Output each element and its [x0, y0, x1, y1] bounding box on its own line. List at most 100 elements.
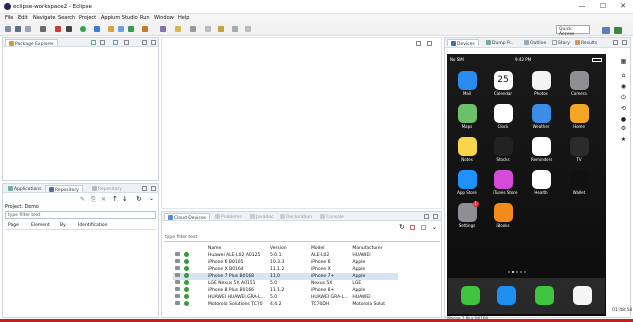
column-by[interactable]: By	[60, 223, 66, 228]
column-element[interactable]: Element	[31, 223, 50, 228]
annotation-icon[interactable]	[175, 26, 181, 32]
menu-help[interactable]: Help	[178, 15, 189, 21]
table-row[interactable]: iPhone 8 Plus B0166 11.1.2 iPhone 8+ Apple	[173, 286, 398, 294]
quick-access-input[interactable]: Quick Access	[556, 25, 590, 37]
move-down-icon[interactable]: ↓	[122, 195, 128, 203]
table-row[interactable]: iPhone 6 B0105 10.3.3 iPhone 6 Apple	[173, 258, 398, 266]
app-weather-icon[interactable]: Weather	[531, 104, 551, 129]
forward-icon[interactable]	[218, 26, 224, 32]
tab-dump[interactable]: Dump P...	[483, 39, 516, 46]
row-checkbox[interactable]	[173, 273, 182, 280]
app-ibooks-icon[interactable]: iBooks	[493, 203, 513, 228]
app-mail-icon[interactable]: Mail	[457, 71, 477, 96]
maximize-button[interactable]: ☐	[598, 2, 608, 12]
tab-declaration[interactable]: Declaration	[277, 213, 315, 220]
row-checkbox[interactable]	[173, 301, 182, 308]
row-checkbox[interactable]	[173, 294, 182, 301]
minimize-icon[interactable]	[142, 186, 147, 191]
editor-maximize-icon[interactable]	[427, 41, 432, 46]
tab-javadoc[interactable]: Javadoc	[247, 213, 277, 220]
app-calendar-icon[interactable]: 25 Calendar	[493, 71, 513, 96]
table-row[interactable]: Motorola Solutions TC70 4.4.2 TC70DH Motoro…	[173, 300, 398, 308]
table-row[interactable]: LGE Nexus 5X A0151 5.0 Nexus 5X LGE	[173, 279, 398, 287]
next-annotation-icon[interactable]	[190, 26, 196, 32]
dock-music-icon[interactable]	[572, 286, 592, 305]
tab-applications[interactable]: Applications	[5, 185, 45, 192]
move-up-icon[interactable]: ↑	[112, 195, 118, 203]
record-icon[interactable]: ●	[620, 116, 627, 123]
save-all-icon[interactable]	[25, 26, 31, 32]
app-home-icon[interactable]: Home	[569, 104, 589, 129]
app-itunes-store-icon[interactable]: iTunes Store	[493, 170, 517, 195]
link-editor-icon[interactable]	[113, 40, 118, 45]
menu-chevron-icon[interactable]: ⌄	[149, 195, 154, 202]
table-row[interactable]: Huawei ALE-L02 A0125 5.0.1 ALE-L02 HUAWEI	[173, 251, 398, 259]
devices-filter-input[interactable]: type filter text	[164, 234, 440, 242]
view-menu-icon[interactable]	[124, 40, 129, 45]
tab-cloud-devices[interactable]: Cloud Devices	[164, 213, 211, 221]
app-health-icon[interactable]: Health	[531, 170, 551, 195]
menu-navigate[interactable]: Navigate	[33, 15, 55, 21]
external-tools-icon[interactable]	[94, 26, 100, 32]
table-row[interactable]: HUAWEI HUAWEI GRA-L... 5.0 HUAWEI GRA-L...…	[173, 293, 398, 301]
search-icon[interactable]	[160, 26, 166, 32]
app-reminders-icon[interactable]: Reminders	[531, 137, 552, 162]
tab-package-explorer[interactable]: Package Explorer	[5, 39, 58, 47]
rotate-icon[interactable]: ⟲	[620, 105, 627, 112]
maximize-icon[interactable]	[151, 186, 156, 191]
repository-filter-input[interactable]: type filter text	[5, 211, 156, 219]
tab-problems[interactable]: Problems	[212, 213, 245, 220]
device-screen[interactable]: No SIM 9:42 PM Mail 25 Calendar Photos Camer…	[447, 54, 606, 316]
device-reserve-icon[interactable]	[421, 225, 426, 230]
menu-file[interactable]: File	[5, 15, 13, 21]
app-stocks-icon[interactable]: Stocks	[493, 137, 513, 162]
skip-icon[interactable]	[66, 26, 72, 32]
nav-forward-icon[interactable]	[245, 26, 251, 32]
debug-icon[interactable]	[55, 26, 61, 32]
dock-phone-icon[interactable]	[460, 286, 480, 305]
row-checkbox[interactable]	[173, 252, 182, 259]
app-wallet-icon[interactable]: Wallet	[569, 170, 589, 195]
new-java-project-icon[interactable]	[108, 26, 114, 32]
minimize-icon[interactable]	[142, 40, 147, 45]
perspective-java-icon[interactable]	[602, 27, 610, 34]
minimize-icon[interactable]	[424, 214, 429, 219]
home-icon[interactable]: ⌂	[620, 72, 627, 79]
app-settings-icon[interactable]: 1 Settings	[457, 201, 479, 228]
tab-devices[interactable]: Devices	[447, 39, 479, 47]
maximize-icon[interactable]	[151, 40, 156, 45]
row-checkbox[interactable]	[173, 266, 182, 273]
copy-icon[interactable]: ⎘	[91, 196, 96, 204]
grid-icon[interactable]: ▦	[620, 58, 627, 65]
maximize-icon[interactable]	[622, 40, 627, 45]
menu-window[interactable]: Window	[154, 15, 174, 21]
delete-icon[interactable]: ✕	[101, 196, 106, 203]
favorite-icon[interactable]: ★	[620, 136, 627, 143]
last-edit-icon[interactable]	[232, 26, 238, 32]
row-checkbox[interactable]	[173, 259, 182, 266]
collapse-all-icon[interactable]	[100, 40, 105, 45]
row-checkbox[interactable]	[173, 287, 182, 294]
menu-edit[interactable]: Edit	[18, 15, 28, 21]
maximize-icon[interactable]	[433, 214, 438, 219]
minimize-icon[interactable]	[613, 40, 618, 45]
minimize-view-icon[interactable]	[91, 40, 96, 45]
back-icon[interactable]	[205, 26, 211, 32]
app-camera-icon[interactable]: Camera	[569, 71, 589, 96]
column-identification[interactable]: Identification	[78, 223, 108, 228]
menu-project[interactable]: Project	[79, 15, 96, 21]
power-icon[interactable]: ⏻	[620, 94, 627, 101]
menu-search[interactable]: Search	[58, 15, 75, 21]
app-app-store-icon[interactable]: App Store	[457, 170, 477, 195]
tab-console[interactable]: Console	[317, 213, 347, 220]
close-button[interactable]: ✕	[618, 2, 628, 12]
new-class-icon[interactable]	[128, 26, 134, 32]
print-icon[interactable]	[40, 26, 46, 32]
save-icon[interactable]	[15, 26, 21, 32]
perspective-appium-icon[interactable]	[614, 27, 622, 34]
view-menu-icon[interactable]: ⌄	[432, 224, 437, 231]
tab-story[interactable]: Story	[549, 39, 573, 46]
minimize-button[interactable]: —	[577, 2, 587, 12]
settings-icon[interactable]: ⚙	[620, 125, 627, 132]
table-row[interactable]: iPhone X B0164 11.1.2 iPhone X Apple	[173, 265, 398, 273]
